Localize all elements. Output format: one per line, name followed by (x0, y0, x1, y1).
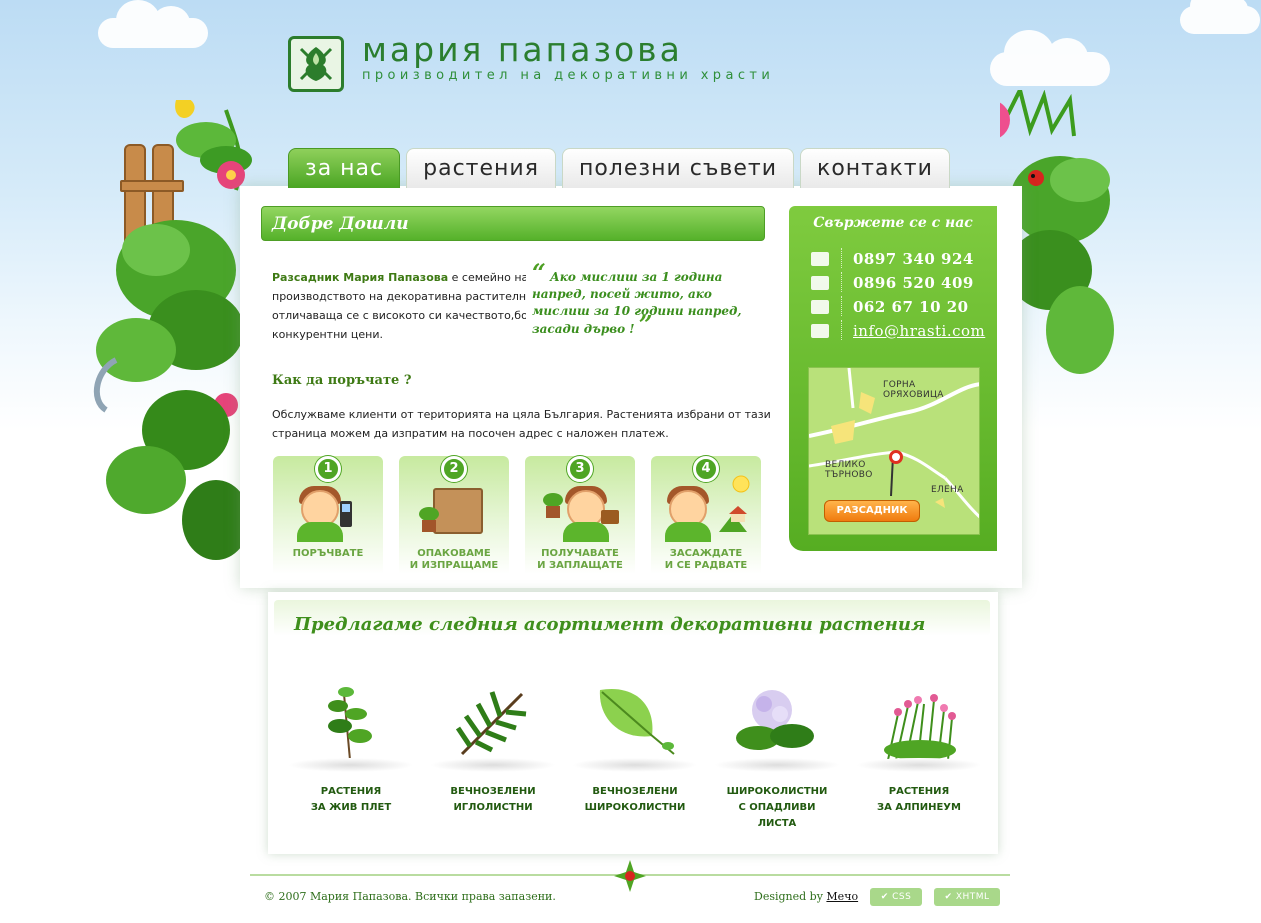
quote-block: “ Ако мислиш за 1 година напред, посей ж… (526, 261, 771, 339)
category-evergreen-conifers[interactable]: ВЕЧНОЗЕЛЕНИ ИГЛОЛИСТНИ (422, 680, 564, 840)
mobile-phone-icon (811, 276, 829, 290)
step-plant: 4 ЗАСАЖДАТЕ И СЕ РАДВАТЕ (651, 456, 761, 574)
map-pin-icon (889, 450, 903, 464)
open-quote-icon: “ (532, 258, 546, 287)
step-number: 2 (441, 456, 467, 482)
step-label: ОПАКОВАМЕ (417, 548, 491, 559)
step-label: ЗАСАЖДАТЕ (669, 548, 743, 559)
main-nav: за нас растения полезни съвети контакти (288, 148, 950, 188)
category-rock-garden[interactable]: РАСТЕНИЯ ЗА АЛПИНЕУМ (848, 680, 990, 840)
potted-plant-icon (419, 507, 439, 532)
landline-phone-icon (811, 300, 829, 314)
assortment-section: Предлагаме следния асортимент декоративн… (268, 592, 998, 854)
map-label-gorna-2: ОРЯХОВИЦА (883, 390, 944, 400)
map-label-gorna: ГОРНА (883, 380, 916, 390)
order-steps: 1 ПОРЪЧВАТЕ 2 ОПАКОВАМЕ И ИЗПРАЩАМЕ 3 ПОЛ… (273, 456, 761, 574)
category-label: ВЕЧНОЗЕЛЕНИ (450, 786, 536, 797)
step-order: 1 ПОРЪЧВАТЕ (273, 456, 383, 574)
flower-icon (614, 860, 646, 892)
contact-phone-3: 062 67 10 20 (811, 296, 969, 316)
sun-icon (732, 475, 750, 493)
xhtml-validation-badge[interactable]: ✔ XHTML (934, 888, 1000, 906)
nursery-map-badge[interactable]: РАЗСАДНИК (824, 500, 920, 522)
brand-tagline: производител на декоративни храсти (362, 68, 775, 83)
map-label-veliko-2: ТЪРНОВО (825, 470, 873, 480)
cloud (98, 0, 208, 48)
css-validation-badge[interactable]: ✔ CSS (870, 888, 922, 906)
location-map[interactable]: ГОРНА ОРЯХОВИЦА ВЕЛИКО ТЪРНОВО ЕЛЕНА РАЗ… (808, 367, 980, 535)
category-deciduous[interactable]: ШИРОКОЛИСТНИ С ОПАДЛИВИ ЛИСТА (706, 680, 848, 840)
step-pack: 2 ОПАКОВАМЕ И ИЗПРАЩАМЕ (399, 456, 509, 574)
plant-category-list: РАСТЕНИЯ ЗА ЖИВ ПЛЕТ ВЕЧНОЗЕЛЕНИ ИГЛОЛИСТН… (280, 680, 990, 840)
welcome-title: Добре Дошли (272, 214, 409, 234)
designer-link[interactable]: Мечо (826, 890, 858, 903)
close-quote-icon: ” (638, 310, 653, 339)
category-label: РАСТЕНИЯ (320, 786, 382, 797)
contact-phone-1: 0897 340 924 (811, 248, 974, 268)
copyright: © 2007 Мария Папазова. Всички права запа… (264, 890, 556, 903)
category-label: ШИРОКОЛИСТНИ (726, 786, 828, 797)
step-label: ПОЛУЧАВАТЕ (541, 548, 619, 559)
step-number: 4 (693, 456, 719, 482)
map-label-veliko: ВЕЛИКО (825, 460, 866, 470)
email-link[interactable]: info@hrasti.com (853, 322, 985, 340)
garden-house-icon (719, 506, 747, 532)
step-label: ПОРЪЧВАТЕ (292, 548, 364, 559)
envelope-icon (811, 324, 829, 338)
quote-text: Ако мислиш за 1 година напред, посей жит… (532, 270, 742, 336)
phone-number: 062 67 10 20 (853, 298, 969, 316)
step-receive: 3 ПОЛУЧАВАТЕ И ЗАПЛАЩАТЕ (525, 456, 635, 574)
intro-nursery-name: Разсадник Мария Папазова (272, 271, 449, 284)
broadleaf-icon (599, 688, 675, 755)
step-number: 3 (567, 456, 593, 482)
wallet-icon (601, 510, 619, 524)
cloud (1180, 0, 1260, 34)
potted-plant-icon (543, 493, 563, 518)
step-number: 1 (315, 456, 341, 482)
hedge-plant-icon (328, 687, 372, 760)
contact-email: info@hrasti.com (811, 320, 985, 340)
tab-plants[interactable]: растения (406, 148, 556, 188)
phone-icon (340, 501, 352, 527)
left-foliage-illustration (94, 100, 252, 560)
phone-number: 0897 340 924 (853, 250, 974, 268)
tab-about[interactable]: за нас (288, 148, 401, 188)
order-description: Обслужваме клиенти от територията на цял… (272, 408, 771, 440)
tab-contacts[interactable]: контакти (800, 148, 950, 188)
assortment-heading: Предлагаме следния асортимент декоративн… (294, 614, 926, 635)
hydrangea-icon (736, 690, 814, 750)
contact-sidebar: Свържете се с нас 0897 340 924 0896 520 … (789, 206, 997, 551)
tab-tips[interactable]: полезни съвети (561, 148, 795, 188)
brand-name[interactable]: мария папазова (362, 30, 683, 69)
category-hedge-plants[interactable]: РАСТЕНИЯ ЗА ЖИВ ПЛЕТ (280, 680, 422, 840)
rock-garden-plant-icon (884, 694, 956, 760)
category-label: РАСТЕНИЯ (888, 786, 950, 797)
cloud (990, 30, 1110, 86)
map-label-elena: ЕЛЕНА (931, 485, 964, 495)
logo-icon[interactable] (288, 36, 344, 92)
contact-title: Свържете се с нас (813, 215, 973, 231)
order-heading: Как да поръчате ? (272, 373, 412, 388)
category-label: ВЕЧНОЗЕЛЕНИ (592, 786, 678, 797)
mobile-phone-icon (811, 252, 829, 266)
contact-phone-2: 0896 520 409 (811, 272, 974, 292)
welcome-header: Добре Дошли (261, 206, 765, 241)
conifer-branch-icon (455, 691, 527, 756)
phone-number: 0896 520 409 (853, 274, 974, 292)
category-evergreen-broadleaf[interactable]: ВЕЧНОЗЕЛЕНИ ШИРОКОЛИСТНИ (564, 680, 706, 840)
designed-by: Designed by Мечо (754, 890, 859, 903)
